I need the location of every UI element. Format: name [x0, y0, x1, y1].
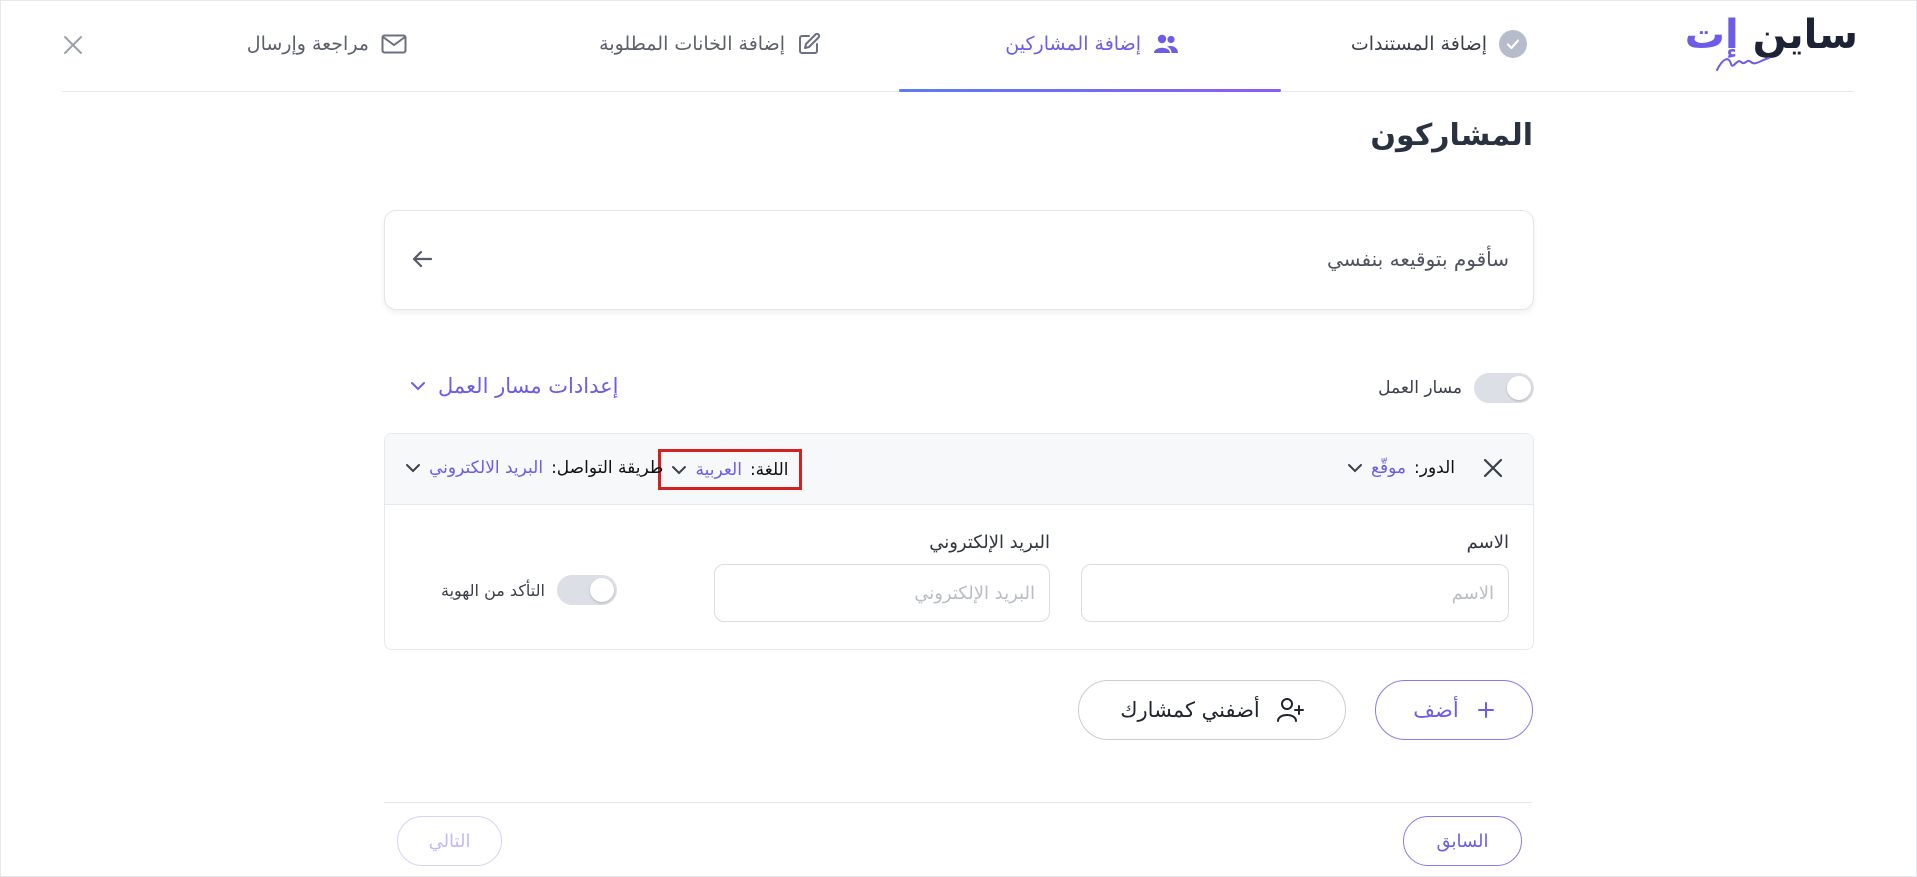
identity-verification-row: التأكد من الهوية: [441, 575, 617, 605]
role-dropdown[interactable]: الدور: موقّع: [1347, 458, 1455, 478]
name-label: الاسم: [1466, 532, 1509, 553]
step-add-documents[interactable]: إضافة المستندات: [1351, 26, 1527, 62]
workflow-toggle[interactable]: [1474, 373, 1534, 403]
next-button[interactable]: التالي: [397, 816, 502, 866]
app-logo: ساين إت: [1685, 12, 1859, 72]
workflow-label: مسار العمل: [1378, 378, 1462, 398]
name-input[interactable]: [1081, 564, 1509, 622]
user-plus-icon: [1276, 698, 1304, 722]
contact-method-dropdown[interactable]: طريقة التواصل: البريد الالكتروني: [405, 458, 663, 478]
workflow-settings-label: إعدادات مسار العمل: [438, 374, 619, 398]
identity-verification-toggle[interactable]: [556, 575, 617, 605]
envelope-icon: [381, 34, 407, 54]
chevron-down-icon: [672, 465, 687, 474]
chevron-down-icon: [406, 464, 420, 473]
identity-verification-label: التأكد من الهوية: [441, 580, 545, 600]
contact-value: البريد الالكتروني: [429, 458, 544, 478]
step-add-participants[interactable]: إضافة المشاركين: [1005, 26, 1179, 62]
previous-label: السابق: [1436, 830, 1489, 852]
language-dropdown[interactable]: اللغة: العربية: [658, 449, 802, 490]
page-title: المشاركون: [1370, 118, 1533, 153]
edit-icon: [799, 32, 821, 54]
step-add-fields[interactable]: إضافة الخانات المطلوبة: [599, 26, 821, 62]
language-key: اللغة:: [749, 459, 789, 480]
active-step-indicator: [899, 89, 1281, 92]
chevron-down-icon: [411, 382, 425, 391]
add-me-button[interactable]: أضفني كمشارك: [1078, 680, 1346, 740]
role-key: الدور:: [1414, 458, 1455, 478]
workflow-toggle-row: مسار العمل: [1378, 373, 1534, 403]
close-icon[interactable]: [58, 30, 88, 60]
role-value: موقّع: [1370, 458, 1407, 478]
participant-card: الدور: موقّع اللغة: العربية طريقة التواص…: [384, 433, 1534, 650]
step-label: إضافة الخانات المطلوبة: [599, 33, 785, 55]
plus-icon: [1477, 702, 1494, 718]
step-label: إضافة المستندات: [1350, 33, 1487, 55]
step-label: إضافة المشاركين: [1005, 33, 1141, 55]
add-label: أضف: [1413, 698, 1459, 722]
language-value: العربية: [695, 459, 742, 480]
workflow-settings-dropdown[interactable]: إعدادات مسار العمل: [410, 374, 618, 398]
email-label: البريد الإلكتروني: [929, 532, 1050, 553]
footer-divider: [384, 802, 1532, 803]
participant-card-header: الدور: موقّع اللغة: العربية طريقة التواص…: [385, 434, 1533, 505]
contact-key: طريقة التواصل:: [551, 458, 664, 478]
step-label: مراجعة وإرسال: [246, 33, 369, 55]
self-sign-option[interactable]: سأقوم بتوقيعه بنفسي: [384, 210, 1534, 310]
next-label: التالي: [428, 830, 471, 852]
check-circle-icon: [1499, 30, 1527, 58]
add-me-label: أضفني كمشارك: [1120, 698, 1260, 722]
logo-signature-icon: [1716, 57, 1770, 71]
self-sign-label: سأقوم بتوقيعه بنفسي: [1327, 247, 1509, 271]
email-input[interactable]: [714, 564, 1050, 622]
users-icon: [1154, 34, 1178, 53]
arrow-left-icon: [412, 250, 433, 268]
step-review-send[interactable]: مراجعة وإرسال: [247, 26, 407, 62]
chevron-down-icon: [1347, 464, 1362, 473]
remove-participant-icon[interactable]: [1481, 456, 1505, 480]
add-participant-button[interactable]: أضف: [1375, 680, 1533, 740]
previous-button[interactable]: السابق: [1403, 816, 1522, 866]
